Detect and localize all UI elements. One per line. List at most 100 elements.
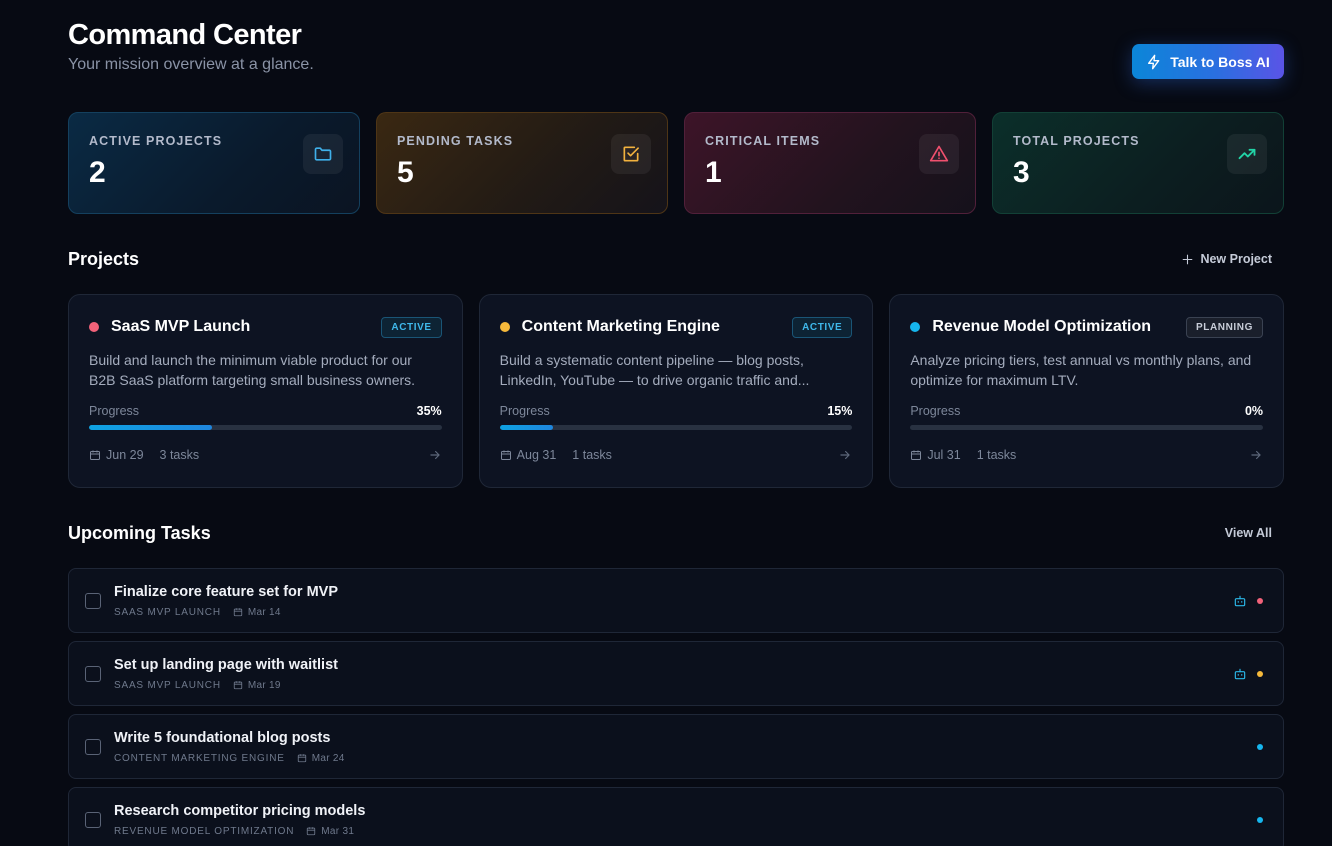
plus-icon: [1183, 254, 1193, 264]
priority-dot: [1257, 670, 1263, 677]
project-name: Content Marketing Engine: [521, 318, 720, 335]
task-due-date: Mar 14: [247, 606, 281, 618]
priority-dot: [1257, 743, 1263, 750]
page-subtitle: Your mission overview at a glance.: [68, 56, 314, 73]
task-row[interactable]: Finalize core feature set for MVP SAAS M…: [68, 568, 1284, 633]
project-task-count: 1 tasks: [976, 448, 1017, 462]
project-due-date: Aug 31: [516, 448, 557, 462]
stat-label: ACTIVE PROJECTS: [89, 134, 223, 148]
bot-icon: [1234, 668, 1246, 679]
stat-value: 2: [89, 156, 106, 189]
stat-card-active-projects: ACTIVE PROJECTS 2: [68, 112, 360, 214]
upcoming-tasks-title: Upcoming Tasks: [68, 522, 211, 543]
task-title: Finalize core feature set for MVP: [114, 583, 339, 600]
progress-bar: [89, 425, 442, 430]
stat-value: 1: [705, 156, 722, 189]
stat-value: 3: [1013, 156, 1030, 189]
stat-card-pending-tasks: PENDING TASKS 5: [376, 112, 668, 214]
command-center-page: Command Center Your mission overview at …: [0, 0, 1332, 846]
task-row[interactable]: Research competitor pricing models REVEN…: [68, 787, 1284, 846]
project-description: Analyze pricing tiers, test annual vs mo…: [910, 352, 1252, 388]
task-project: CONTENT MARKETING ENGINE: [114, 752, 285, 764]
projects-grid: SaaS MVP Launch ACTIVE Build and launch …: [68, 294, 1285, 488]
alert-triangle-icon: [919, 134, 959, 174]
folder-icon: [303, 134, 343, 174]
bot-icon: [1234, 595, 1246, 606]
project-task-count: 3 tasks: [159, 448, 200, 462]
progress-value: 15%: [827, 404, 853, 418]
status-badge: PLANNING: [1185, 316, 1264, 338]
project-description: Build a systematic content pipeline — bl…: [499, 352, 810, 388]
new-project-button[interactable]: New Project: [1169, 248, 1284, 270]
priority-dot: [1257, 597, 1263, 604]
task-project: SAAS MVP LAUNCH: [114, 679, 221, 691]
new-project-label: New Project: [1200, 252, 1272, 266]
task-project: REVENUE MODEL OPTIMIZATION: [114, 825, 295, 837]
tasks-section-header: Upcoming Tasks View All: [68, 522, 1284, 544]
checkbox-icon: [611, 134, 651, 174]
arrow-right-icon[interactable]: [428, 448, 442, 462]
stat-label: PENDING TASKS: [397, 134, 514, 148]
stat-value: 5: [397, 156, 414, 189]
task-checkbox[interactable]: [85, 811, 101, 828]
status-badge: ACTIVE: [792, 316, 853, 338]
calendar-icon: [911, 450, 922, 460]
progress-fill: [499, 425, 553, 430]
task-due-date: Mar 19: [247, 679, 281, 691]
task-checkbox[interactable]: [85, 592, 101, 609]
project-description: Build and launch the minimum viable prod…: [89, 352, 416, 388]
progress-fill: [89, 425, 213, 430]
project-color-dot: [499, 322, 510, 332]
calendar-icon: [90, 450, 100, 460]
arrow-right-icon[interactable]: [1249, 448, 1263, 462]
stat-card-critical-items: CRITICAL ITEMS 1: [684, 112, 976, 214]
lightning-icon: [1148, 54, 1160, 69]
trending-up-icon: [1227, 134, 1267, 174]
task-title: Research competitor pricing models: [114, 802, 366, 819]
task-due-date: Mar 24: [311, 752, 345, 764]
arrow-right-icon[interactable]: [838, 448, 852, 462]
project-card[interactable]: Revenue Model Optimization PLANNING Anal…: [889, 294, 1285, 488]
progress-bar: [910, 425, 1264, 430]
project-due-date: Jul 31: [927, 448, 961, 462]
status-badge: ACTIVE: [381, 316, 442, 338]
stat-label: TOTAL PROJECTS: [1013, 134, 1140, 148]
view-all-button[interactable]: View All: [1213, 522, 1284, 544]
stat-label: CRITICAL ITEMS: [705, 134, 821, 148]
page-title: Command Center: [68, 19, 302, 51]
calendar-icon: [233, 681, 243, 690]
project-due-date: Jun 29: [106, 448, 144, 462]
progress-label: Progress: [499, 404, 550, 418]
calendar-icon: [500, 450, 511, 460]
task-checkbox[interactable]: [85, 738, 101, 755]
progress-value: 0%: [1244, 404, 1264, 418]
project-name: Revenue Model Optimization: [932, 318, 1152, 335]
project-card[interactable]: SaaS MVP Launch ACTIVE Build and launch …: [68, 294, 463, 488]
projects-title: Projects: [68, 248, 140, 269]
talk-to-boss-ai-label: Talk to Boss AI: [1170, 53, 1270, 70]
task-checkbox[interactable]: [85, 665, 101, 682]
task-row[interactable]: Set up landing page with waitlist SAAS M…: [68, 641, 1284, 706]
task-row[interactable]: Write 5 foundational blog posts CONTENT …: [68, 714, 1284, 779]
project-color-dot: [89, 322, 99, 332]
stats-row: ACTIVE PROJECTS 2 PENDING TASKS 5 CRITIC…: [68, 112, 1284, 214]
task-title: Set up landing page with waitlist: [114, 656, 338, 673]
progress-label: Progress: [910, 404, 961, 418]
project-card[interactable]: Content Marketing Engine ACTIVE Build a …: [478, 294, 874, 488]
stat-card-total-projects: TOTAL PROJECTS 3: [992, 112, 1284, 214]
calendar-icon: [307, 827, 316, 836]
progress-label: Progress: [89, 404, 140, 418]
project-color-dot: [910, 322, 921, 332]
page-header: Command Center Your mission overview at …: [68, 18, 1284, 88]
project-name: SaaS MVP Launch: [111, 318, 251, 335]
talk-to-boss-ai-button[interactable]: Talk to Boss AI: [1132, 44, 1284, 79]
task-project: SAAS MVP LAUNCH: [114, 606, 221, 618]
calendar-icon: [233, 608, 243, 617]
calendar-icon: [297, 754, 306, 763]
progress-bar: [499, 425, 853, 430]
task-due-date: Mar 31: [321, 825, 355, 837]
task-title: Write 5 foundational blog posts: [114, 729, 331, 746]
progress-value: 35%: [416, 404, 442, 418]
projects-section-header: Projects New Project: [68, 248, 1284, 270]
priority-dot: [1257, 816, 1263, 823]
